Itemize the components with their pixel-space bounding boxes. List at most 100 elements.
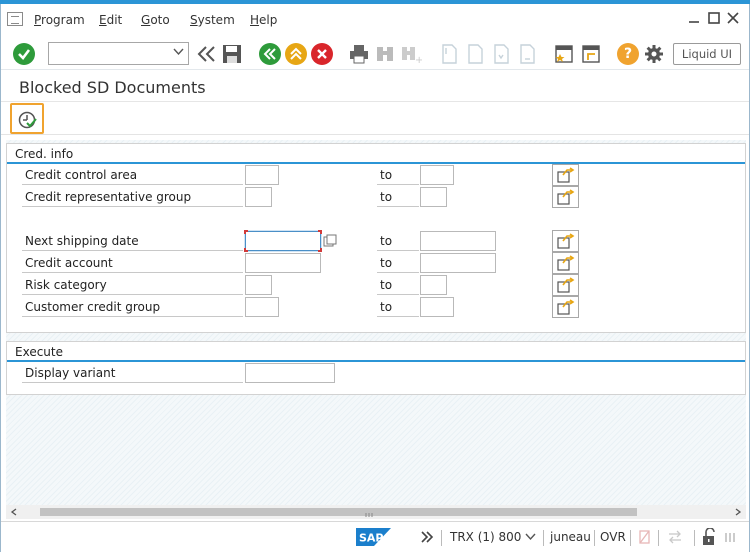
execute-button[interactable] (10, 103, 44, 134)
generate-shortcut-icon[interactable] (580, 43, 602, 65)
unlock-icon[interactable] (701, 527, 717, 549)
minimize-icon[interactable] (688, 12, 700, 24)
focus-corner (318, 248, 322, 252)
label-credit-control-area: Credit control area (22, 165, 243, 185)
horizontal-scrollbar[interactable] (6, 505, 746, 519)
menu-system[interactable]: System (190, 13, 235, 27)
label-risk-category: Risk category (22, 275, 243, 295)
next-shipping-date-from-input[interactable] (244, 230, 322, 252)
command-field[interactable] (48, 42, 189, 65)
multiple-selection-button[interactable] (552, 186, 579, 208)
multiple-selection-button[interactable] (552, 252, 579, 274)
command-input[interactable] (49, 43, 167, 64)
status-separator (543, 530, 544, 546)
to-label: to (377, 165, 419, 185)
label-credit-account: Credit account (22, 253, 243, 273)
chevron-down-icon[interactable] (525, 531, 536, 545)
gear-icon[interactable] (643, 43, 665, 65)
credit-control-area-from-input[interactable] (245, 165, 279, 185)
focus-corner (318, 230, 322, 234)
back-icon[interactable] (259, 43, 281, 65)
create-session-icon[interactable] (553, 43, 575, 65)
menu-icon[interactable] (7, 12, 23, 26)
status-separator (694, 530, 695, 546)
label-customer-credit-group: Customer credit group (22, 297, 243, 317)
multiple-selection-button[interactable] (552, 230, 579, 252)
group-execute-header: Execute (7, 342, 745, 362)
last-page-icon[interactable] (516, 43, 538, 65)
status-separator (594, 530, 595, 546)
credit-rep-group-from-input[interactable] (245, 187, 272, 207)
label-credit-rep-group: Credit representative group (22, 187, 243, 207)
risk-category-from-input[interactable] (245, 275, 272, 295)
document-status-icon (638, 529, 652, 548)
page-title: Blocked SD Documents (19, 78, 206, 97)
menu-help[interactable]: Help (250, 13, 277, 27)
customer-credit-group-to-input[interactable] (420, 297, 454, 317)
liquid-ui-button[interactable]: Liquid UI (673, 43, 741, 65)
save-icon[interactable] (221, 43, 243, 65)
status-bar: SAP TRX (1) 800 juneau OVR (0, 521, 750, 552)
credit-control-area-to-input[interactable] (420, 165, 454, 185)
multiple-selection-button[interactable] (552, 164, 579, 186)
execute-clock-icon (18, 110, 38, 133)
enter-check-icon[interactable] (13, 43, 35, 65)
calendar-help-icon[interactable] (323, 234, 337, 251)
menu-goto[interactable]: Goto (141, 13, 170, 27)
status-separator (658, 530, 659, 546)
credit-account-from-input[interactable] (245, 253, 321, 273)
to-label: to (377, 275, 419, 295)
application-toolbar (0, 102, 750, 135)
status-separator (441, 530, 442, 546)
group-execute-title: Execute (15, 345, 63, 359)
more-status-icon[interactable] (722, 530, 736, 547)
to-label: to (377, 231, 419, 251)
title-bar: Blocked SD Documents (0, 71, 750, 102)
server-name: juneau (550, 530, 591, 544)
risk-category-to-input[interactable] (420, 275, 447, 295)
close-window-icon[interactable] (727, 12, 739, 24)
group-execute: Execute Display variant (6, 341, 746, 395)
display-variant-input[interactable] (245, 363, 335, 383)
insert-mode[interactable]: OVR (600, 530, 626, 544)
group-cred-info: Cred. info Credit control area to Credit… (6, 143, 746, 333)
group-cred-info-title: Cred. info (15, 147, 74, 161)
to-label: to (377, 187, 419, 207)
exit-up-icon[interactable] (285, 43, 307, 65)
to-label: to (377, 297, 419, 317)
next-page-icon[interactable] (490, 43, 512, 65)
focus-corner (244, 230, 248, 234)
print-icon[interactable] (348, 43, 370, 65)
multiple-selection-button[interactable] (552, 274, 579, 296)
to-label: to (377, 253, 419, 273)
status-separator (630, 530, 631, 546)
multiple-selection-button[interactable] (552, 296, 579, 318)
system-info: TRX (1) 800 (450, 530, 522, 544)
help-icon[interactable]: ? (617, 43, 639, 65)
menu-program[interactable]: Program (34, 13, 85, 27)
first-page-icon[interactable] (438, 43, 460, 65)
svg-text:+: + (415, 55, 422, 65)
chevron-down-icon[interactable] (173, 46, 184, 60)
next-shipping-date-to-input[interactable] (420, 231, 496, 251)
find-icon[interactable] (374, 43, 396, 65)
credit-account-to-input[interactable] (420, 253, 496, 273)
label-next-shipping-date: Next shipping date (22, 231, 243, 251)
maximize-icon[interactable] (708, 12, 720, 24)
customer-credit-group-from-input[interactable] (245, 297, 279, 317)
expand-status-icon[interactable] (420, 530, 434, 547)
previous-page-icon[interactable] (464, 43, 486, 65)
menu-bar: Program Edit Goto System Help (0, 4, 750, 30)
transfer-icon (667, 529, 683, 548)
credit-rep-group-to-input[interactable] (420, 187, 447, 207)
scrollbar-thumb[interactable] (40, 508, 637, 517)
cancel-icon[interactable] (311, 43, 333, 65)
double-chevron-left-icon[interactable] (195, 43, 217, 65)
label-display-variant: Display variant (22, 363, 243, 383)
menu-edit[interactable]: Edit (99, 13, 122, 27)
find-next-icon[interactable]: + (400, 43, 423, 66)
svg-text:SAP: SAP (359, 532, 384, 545)
standard-toolbar: + ? Liquid UI (0, 38, 750, 70)
sap-logo: SAP (356, 528, 391, 546)
group-cred-info-header: Cred. info (7, 144, 745, 164)
